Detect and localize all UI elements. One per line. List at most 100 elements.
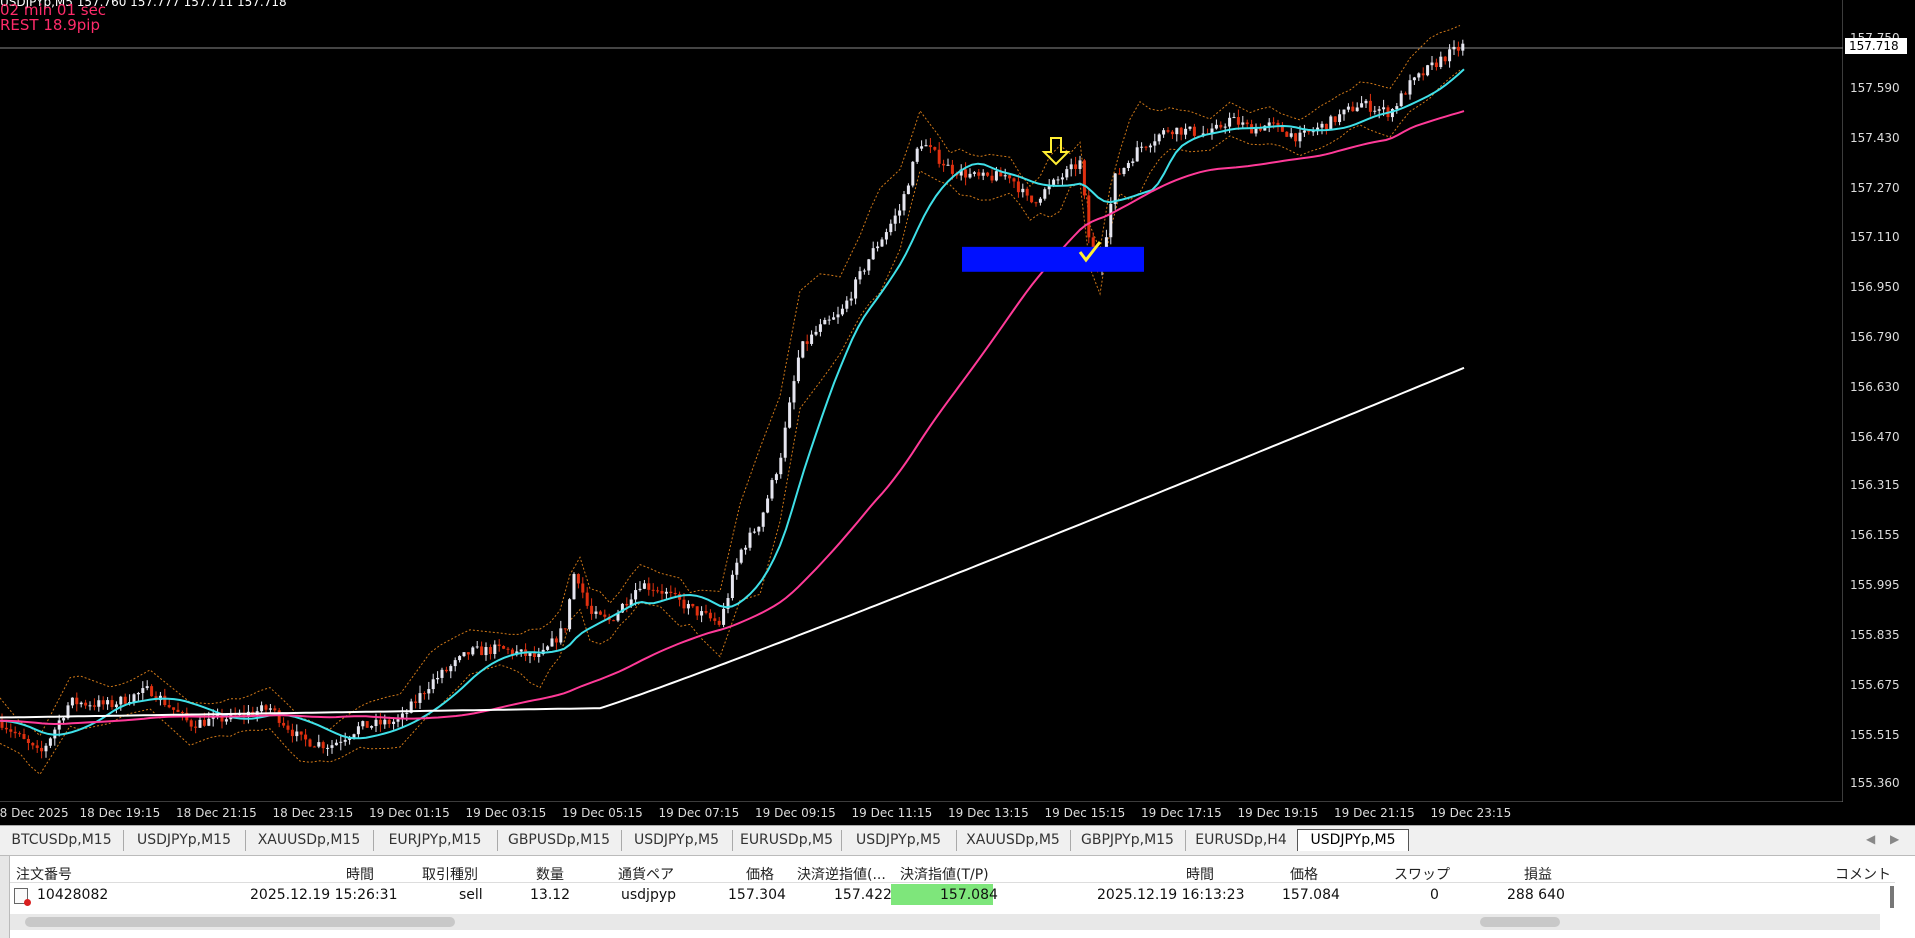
- candle-body: [286, 725, 290, 730]
- candle-body: [1245, 122, 1249, 125]
- tab-xauusdp-m15-2[interactable]: XAUUSDp,M15: [245, 830, 374, 851]
- price-tick-label: 157.270: [1850, 180, 1900, 195]
- rest-pips: REST 18.9pip: [0, 16, 100, 34]
- candle-body: [1060, 177, 1064, 180]
- candle-body: [722, 608, 726, 625]
- tab-scroll-left-icon[interactable]: ◀: [1866, 832, 1875, 846]
- tab-usdjpyp-m5-5[interactable]: USDJPYp,M5: [621, 830, 733, 851]
- candle-body: [110, 700, 114, 708]
- candle-body: [22, 734, 26, 739]
- cell-swap: 0: [1430, 887, 1439, 903]
- candle-body: [440, 669, 444, 678]
- candle-body: [1272, 122, 1276, 124]
- scrollbar-thumb-2[interactable]: [1480, 917, 1560, 927]
- col-sl[interactable]: 決済逆指値(...: [797, 864, 886, 884]
- candle-body: [92, 705, 96, 707]
- candle-body: [497, 644, 501, 647]
- candle-body: [801, 341, 805, 358]
- candle-body: [752, 531, 756, 533]
- tab-usdjpyp-m5-11[interactable]: USDJPYp,M5: [1297, 829, 1409, 851]
- tab-btcusdp-m15-0[interactable]: BTCUSDp,M15: [0, 830, 124, 851]
- table-row[interactable]: 10428082 2025.12.19 15:26:31 sell 13.12 …: [10, 885, 1895, 906]
- tab-eurusdp-m5-6[interactable]: EURUSDp,M5: [732, 830, 842, 851]
- price-tick-label: 155.995: [1850, 578, 1900, 593]
- time-tick-label: 19 Dec 23:15: [1430, 806, 1512, 820]
- candle-body: [1439, 56, 1443, 68]
- candle-body: [1113, 173, 1117, 204]
- candle-body: [383, 719, 387, 725]
- ma-mid-line: [0, 110, 1465, 726]
- candle-body: [704, 611, 708, 613]
- col-open-price[interactable]: 価格: [746, 864, 774, 884]
- candle-body: [537, 654, 541, 657]
- candle-body: [827, 319, 831, 321]
- candle-body: [1109, 203, 1113, 238]
- candle-body: [920, 146, 924, 149]
- candle-body: [321, 742, 325, 749]
- col-profit[interactable]: 損益: [1524, 864, 1552, 884]
- horizontal-scrollbar[interactable]: [10, 914, 1880, 930]
- price-axis[interactable]: 157.750157.590157.430157.270157.110156.9…: [1843, 0, 1915, 802]
- candle-body: [365, 721, 369, 728]
- col-close-price[interactable]: 価格: [1290, 864, 1318, 884]
- candle-body: [748, 532, 752, 548]
- tab-usdjpyp-m15-1[interactable]: USDJPYp,M15: [123, 830, 246, 851]
- price-chart[interactable]: USDJPYp,M5 157.760 157.777 157.711 157.7…: [0, 0, 1915, 825]
- candle-body: [656, 590, 660, 592]
- candle-body: [845, 300, 849, 309]
- candle-body: [431, 679, 435, 690]
- time-tick-label: 18 Dec 19:15: [79, 806, 161, 820]
- time-tick-label: 19 Dec 17:15: [1141, 806, 1222, 820]
- candle-body: [119, 696, 123, 705]
- candle-body: [145, 686, 149, 689]
- tab-gbpusdp-m15-4[interactable]: GBPUSDp,M15: [497, 830, 622, 851]
- candle-body: [493, 644, 497, 655]
- col-type[interactable]: 取引種別: [422, 864, 478, 884]
- candle-body: [396, 719, 400, 722]
- candle-body: [436, 677, 440, 680]
- candle-body: [814, 331, 818, 335]
- candle-body: [1434, 62, 1438, 68]
- col-volume[interactable]: 数量: [536, 864, 564, 884]
- candle-body: [893, 215, 897, 224]
- tab-xauusdp-m5-8[interactable]: XAUUSDp,M5: [956, 830, 1071, 851]
- col-open-time[interactable]: 時間: [346, 864, 374, 884]
- candle-body: [106, 700, 110, 705]
- candle-body: [1236, 117, 1240, 125]
- vertical-scrollbar[interactable]: [1890, 886, 1894, 908]
- candle-body: [1038, 198, 1042, 203]
- candle-body: [585, 592, 589, 606]
- tab-eurjpyp-m15-3[interactable]: EURJPYp,M15: [373, 830, 498, 851]
- time-axis[interactable]: 18 Dec 2025 18 Dec 19:15 18 Dec 21:15 18 De…: [0, 802, 1843, 824]
- candlestick-plot[interactable]: [0, 0, 1843, 802]
- candle-body: [818, 324, 822, 332]
- candle-body: [1179, 127, 1183, 135]
- time-tick-label: 18 Dec 23:15: [272, 806, 354, 820]
- tab-scroll-right-icon[interactable]: ▶: [1890, 832, 1899, 846]
- col-ticket[interactable]: 注文番号: [16, 864, 72, 884]
- col-swap[interactable]: スワップ: [1394, 864, 1450, 884]
- candle-body: [1012, 178, 1016, 182]
- price-tick-label: 155.515: [1850, 727, 1900, 742]
- candle-body: [779, 457, 783, 475]
- candle-body: [1118, 173, 1122, 175]
- candle-body: [854, 279, 858, 299]
- candle-body: [1412, 77, 1416, 81]
- col-tp[interactable]: 決済指値(T/P): [900, 864, 989, 884]
- candle-body: [695, 606, 699, 616]
- time-tick-label: 19 Dec 09:15: [755, 806, 836, 820]
- scrollbar-thumb[interactable]: [25, 917, 455, 927]
- terminal-side-strip[interactable]: [0, 856, 10, 938]
- col-close-time[interactable]: 時間: [1186, 864, 1214, 884]
- time-tick-label: 19 Dec 03:15: [465, 806, 547, 820]
- candle-body: [638, 588, 642, 591]
- tab-gbpjpyp-m15-9[interactable]: GBPJPYp,M15: [1070, 830, 1186, 851]
- col-symbol[interactable]: 通貨ペア: [618, 864, 674, 884]
- tab-eurusdp-h4-10[interactable]: EURUSDp,H4: [1185, 830, 1298, 851]
- candle-body: [774, 474, 778, 481]
- candle-body: [1069, 164, 1073, 170]
- col-comment[interactable]: コメント: [1835, 864, 1891, 884]
- candle-body: [550, 638, 554, 647]
- tab-usdjpyp-m5-7[interactable]: USDJPYp,M5: [841, 830, 957, 851]
- candle-body: [1223, 126, 1227, 128]
